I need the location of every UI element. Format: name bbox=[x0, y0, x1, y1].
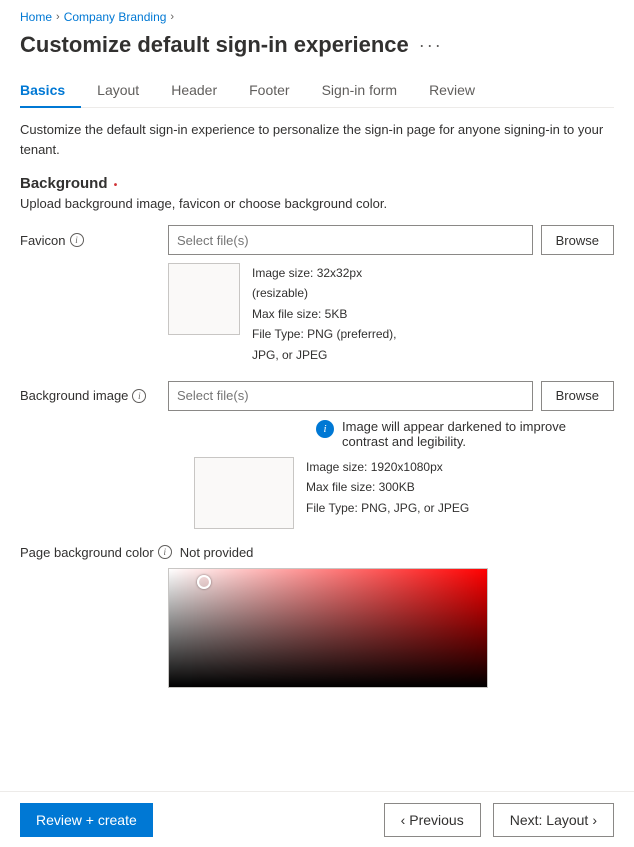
background-image-info-box: i Image will appear darkened to improve … bbox=[168, 419, 614, 529]
background-section-subtext: Upload background image, favicon or choo… bbox=[20, 196, 614, 211]
background-section-title: Background • bbox=[20, 175, 614, 192]
page-background-color-section: Page background color i Not provided bbox=[20, 545, 614, 688]
page-background-color-info-icon[interactable]: i bbox=[158, 545, 172, 559]
favicon-field-row: Favicon i Browse bbox=[20, 225, 614, 255]
page-background-color-label: Page background color i bbox=[20, 545, 172, 560]
background-image-file-input[interactable] bbox=[168, 381, 533, 411]
next-button[interactable]: Next: Layout › bbox=[493, 803, 614, 837]
more-options-icon[interactable]: ··· bbox=[419, 35, 443, 56]
favicon-browse-button[interactable]: Browse bbox=[541, 225, 614, 255]
breadcrumb: Home › Company Branding › bbox=[20, 10, 614, 24]
favicon-label: Favicon i bbox=[20, 233, 160, 248]
tabs-nav: Basics Layout Header Footer Sign-in form… bbox=[20, 74, 614, 108]
favicon-image-info: Image size: 32x32px (resizable) Max file… bbox=[168, 263, 614, 365]
background-image-preview bbox=[194, 457, 294, 529]
previous-button[interactable]: ‹ Previous bbox=[384, 803, 481, 837]
review-create-button[interactable]: Review + create bbox=[20, 803, 153, 837]
favicon-preview bbox=[168, 263, 240, 335]
page-background-color-value: Not provided bbox=[180, 545, 254, 560]
favicon-info-icon[interactable]: i bbox=[70, 233, 84, 247]
favicon-file-input[interactable] bbox=[168, 225, 533, 255]
tab-signin-form[interactable]: Sign-in form bbox=[306, 74, 413, 108]
background-image-meta: Image size: 1920x1080px Max file size: 3… bbox=[306, 457, 469, 529]
color-gradient[interactable] bbox=[169, 569, 487, 687]
favicon-meta: Image size: 32x32px (resizable) Max file… bbox=[252, 263, 397, 365]
background-image-info-icon[interactable]: i bbox=[132, 389, 146, 403]
background-image-field-row: Background image i Browse bbox=[20, 381, 614, 411]
tab-layout[interactable]: Layout bbox=[81, 74, 155, 108]
chevron-right-icon: › bbox=[592, 812, 597, 828]
info-banner-icon: i bbox=[316, 420, 334, 438]
page-description: Customize the default sign-in experience… bbox=[20, 120, 614, 159]
background-image-browse-button[interactable]: Browse bbox=[541, 381, 614, 411]
tab-header[interactable]: Header bbox=[155, 74, 233, 108]
page-title: Customize default sign-in experience bbox=[20, 32, 409, 58]
breadcrumb-chevron-2: › bbox=[170, 11, 174, 23]
page-title-row: Customize default sign-in experience ··· bbox=[20, 32, 614, 58]
background-section: Background • Upload background image, fa… bbox=[20, 175, 614, 688]
breadcrumb-company-branding[interactable]: Company Branding bbox=[64, 10, 167, 24]
color-picker-thumb[interactable] bbox=[197, 575, 211, 589]
info-banner: i Image will appear darkened to improve … bbox=[316, 419, 614, 449]
chevron-left-icon: ‹ bbox=[401, 812, 406, 828]
color-picker[interactable] bbox=[168, 568, 488, 688]
bottom-bar: Review + create ‹ Previous Next: Layout … bbox=[0, 791, 634, 847]
tab-basics[interactable]: Basics bbox=[20, 74, 81, 108]
required-dot: • bbox=[114, 180, 118, 191]
breadcrumb-chevron-1: › bbox=[56, 11, 60, 23]
tab-review[interactable]: Review bbox=[413, 74, 491, 108]
background-image-label: Background image i bbox=[20, 388, 160, 403]
tab-footer[interactable]: Footer bbox=[233, 74, 305, 108]
page-background-color-row: Page background color i Not provided bbox=[20, 545, 614, 560]
breadcrumb-home[interactable]: Home bbox=[20, 10, 52, 24]
